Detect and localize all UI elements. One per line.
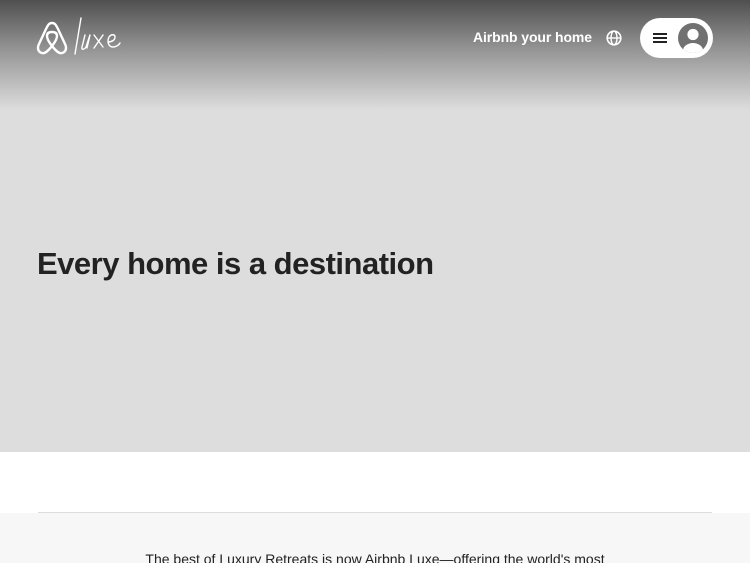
airbnb-luxe-logo[interactable] bbox=[36, 14, 126, 60]
luxe-wordmark bbox=[74, 17, 121, 55]
airbnb-belo-icon bbox=[36, 21, 68, 55]
hamburger-menu-icon bbox=[653, 33, 667, 43]
intro-text: The best of Luxury Retreats is now Airbn… bbox=[145, 551, 605, 563]
user-menu-button[interactable] bbox=[640, 18, 713, 58]
user-avatar-icon bbox=[678, 23, 708, 53]
site-header: Airbnb your home bbox=[0, 0, 750, 76]
airbnb-your-home-link[interactable]: Airbnb your home bbox=[473, 28, 592, 46]
globe-icon[interactable] bbox=[604, 28, 624, 48]
hero-title: Every home is a destination bbox=[37, 246, 434, 281]
